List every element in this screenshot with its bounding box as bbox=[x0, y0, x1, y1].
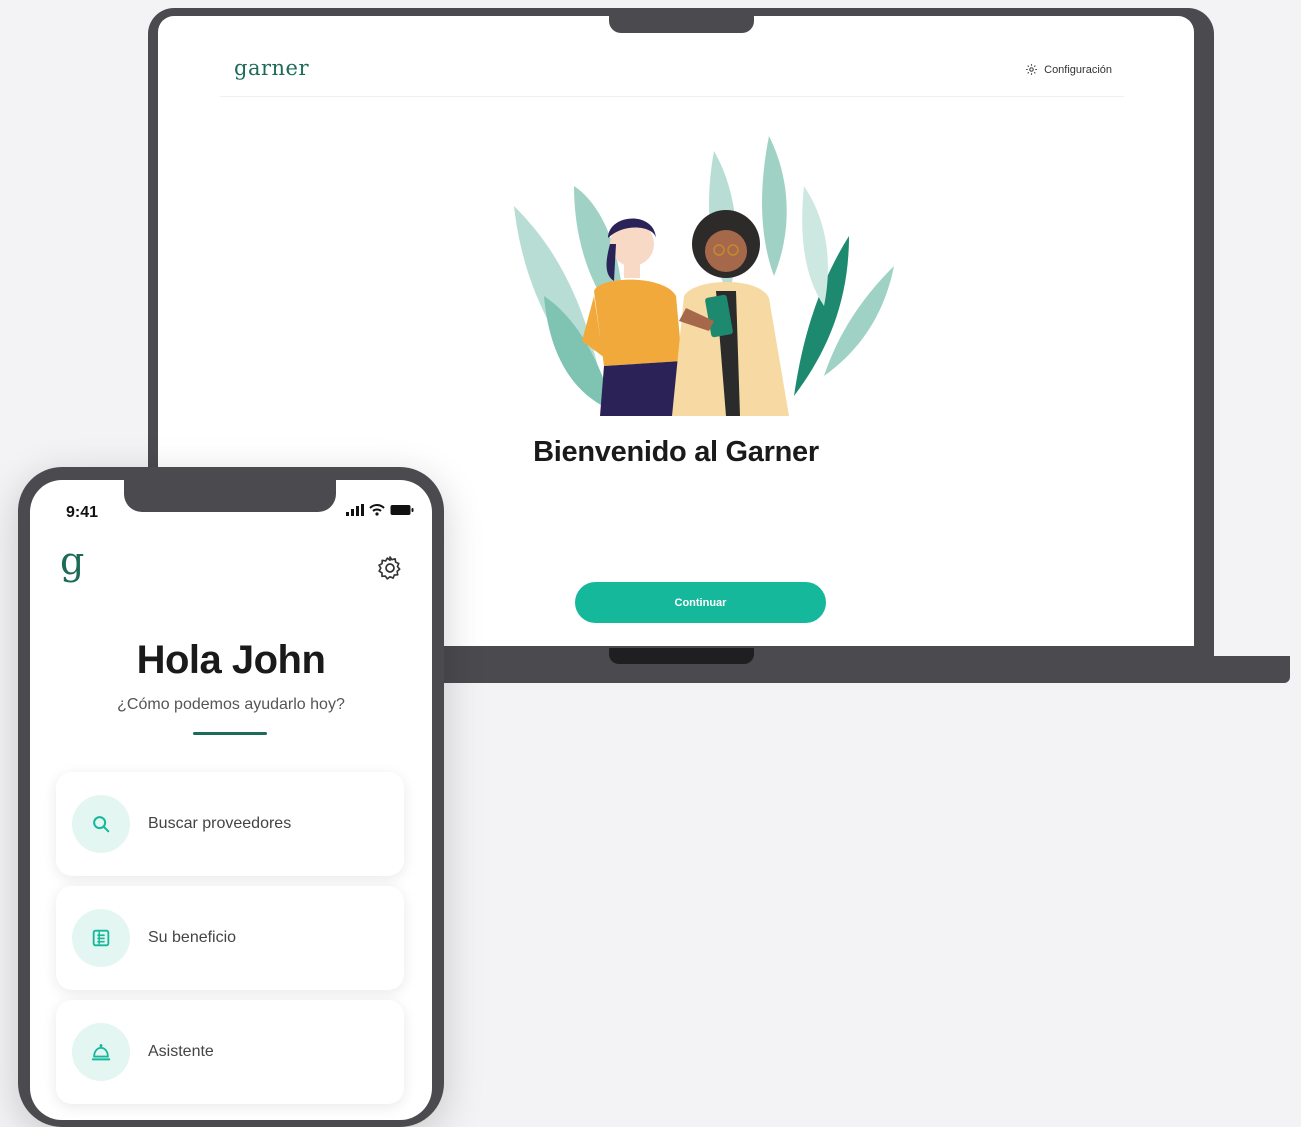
menu-icon-circle bbox=[72, 1023, 130, 1081]
greeting-title: Hola John bbox=[136, 638, 326, 682]
laptop-hinge bbox=[609, 648, 754, 664]
menu-item-label: Su beneficio bbox=[148, 929, 237, 946]
web-header: garner Configuración bbox=[220, 46, 1124, 97]
continue-button[interactable]: Continuar bbox=[575, 582, 826, 623]
document-icon bbox=[92, 929, 110, 947]
battery-icon bbox=[390, 505, 414, 515]
signal-icon bbox=[346, 504, 364, 516]
garner-logo[interactable]: garner bbox=[234, 56, 309, 80]
status-time: 9:41 bbox=[66, 504, 99, 521]
wifi-icon bbox=[369, 504, 385, 516]
phone-notch bbox=[124, 480, 336, 512]
menu-item-label: Asistente bbox=[148, 1043, 214, 1060]
phone-screen: 9:41 g Hola John ¿Cómo podemos ayudarlo … bbox=[30, 480, 432, 1120]
gear-icon bbox=[1026, 64, 1038, 75]
settings-link[interactable]: Configuración bbox=[1025, 63, 1112, 76]
welcome-illustration bbox=[514, 136, 894, 416]
greeting-divider bbox=[193, 732, 267, 735]
garner-app-logo: g bbox=[60, 539, 85, 583]
welcome-title: Bienvenido al Garner bbox=[533, 436, 819, 468]
search-icon bbox=[93, 816, 110, 833]
menu-item-buscar-proveedores[interactable]: Buscar proveedores bbox=[56, 772, 404, 876]
greeting-subtitle: ¿Cómo podemos ayudarlo hoy? bbox=[117, 696, 345, 713]
concierge-bell-icon bbox=[91, 1044, 111, 1061]
settings-label: Configuración bbox=[1044, 63, 1112, 76]
menu-item-asistente[interactable]: Asistente bbox=[56, 1000, 404, 1104]
menu-icon-circle bbox=[72, 795, 130, 853]
laptop-camera-notch bbox=[609, 8, 754, 33]
menu-item-su-beneficio[interactable]: Su beneficio bbox=[56, 886, 404, 990]
laptop-base bbox=[360, 656, 1290, 683]
status-icons bbox=[346, 504, 414, 516]
gear-icon[interactable] bbox=[376, 554, 404, 582]
menu-item-label: Buscar proveedores bbox=[148, 815, 292, 832]
menu-icon-circle bbox=[72, 909, 130, 967]
